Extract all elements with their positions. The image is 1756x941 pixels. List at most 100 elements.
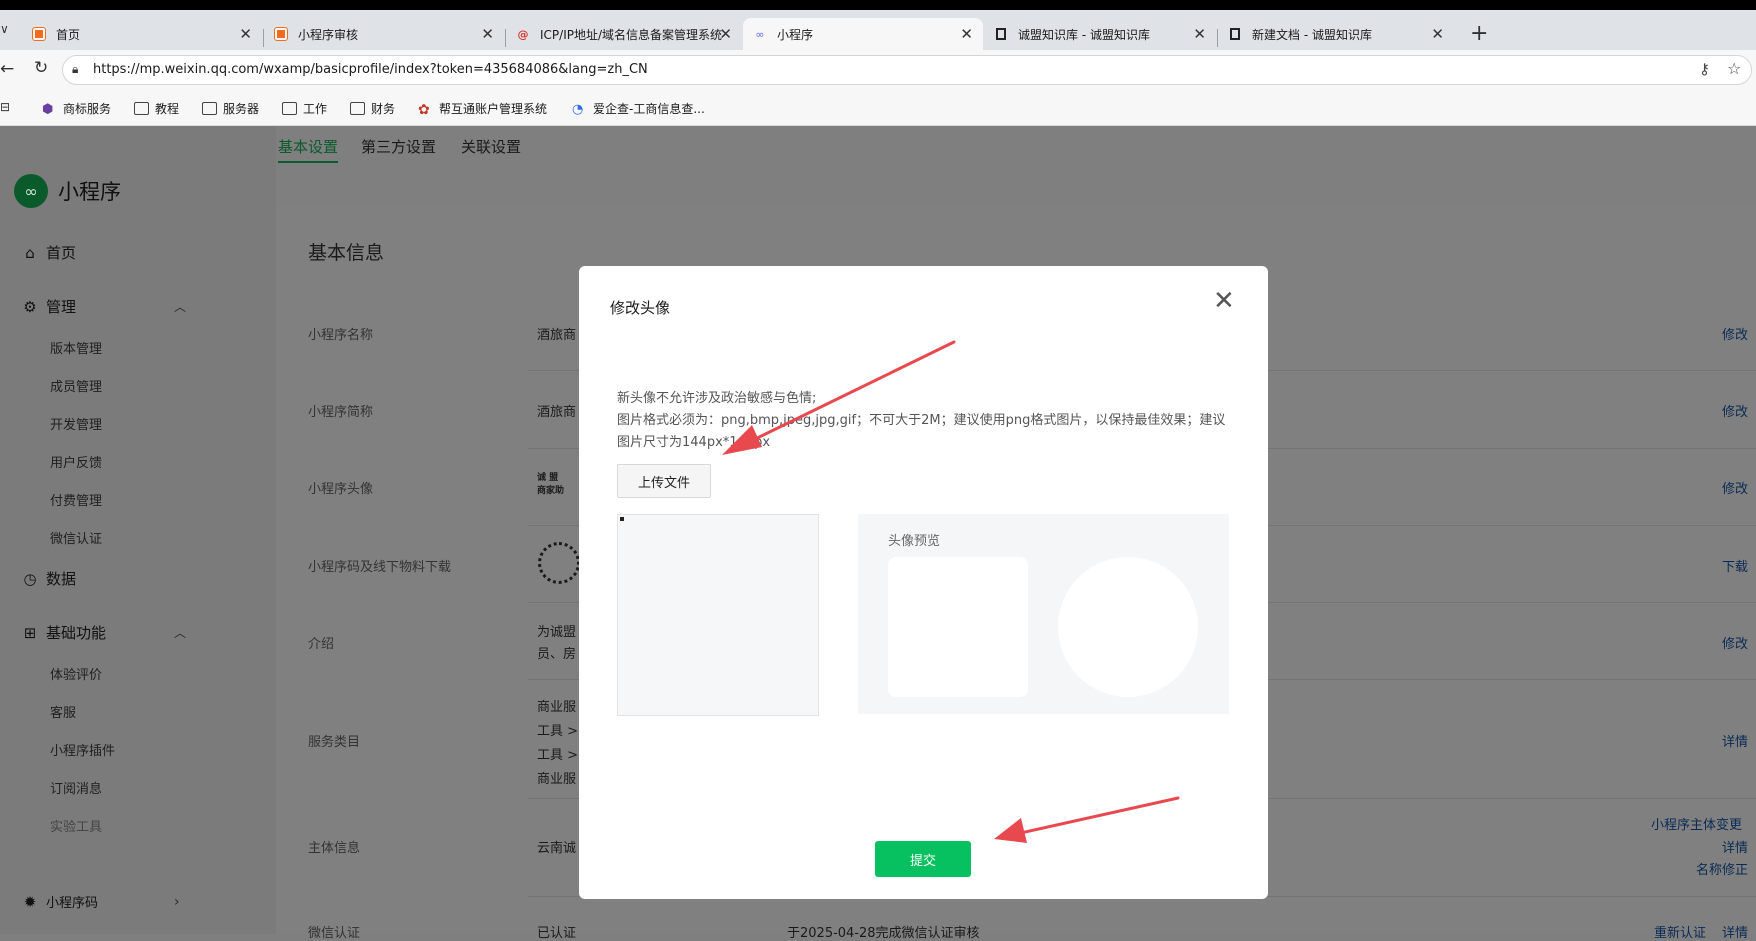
qrcode-thumbnail — [538, 542, 580, 584]
address-bar: ← ↻ 🔒︎ https://mp.weixin.qq.com/wxamp/ba… — [0, 50, 1756, 92]
square-avatar-preview — [888, 557, 1028, 697]
sidebar-item-data[interactable]: ◷ 数据 — [22, 568, 76, 589]
sidebar-sub-version[interactable]: 版本管理 — [50, 338, 102, 357]
doc-icon — [1228, 27, 1242, 41]
sidebar-sub-members[interactable]: 成员管理 — [50, 376, 102, 395]
close-tab-icon[interactable]: ✕ — [960, 25, 973, 43]
cert-date-text: 于2025-04-28完成微信认证审核 — [787, 926, 980, 941]
edit-avatar-link[interactable]: 修改 — [1722, 478, 1748, 497]
download-qrcode-link[interactable]: 下载 — [1722, 556, 1748, 575]
bookmark-label: 商标服务 — [63, 102, 112, 116]
sidebar-sub-subscribe[interactable]: 订阅消息 — [50, 778, 102, 797]
sidebar-brand[interactable]: ∞ 小程序 — [14, 174, 121, 208]
close-tab-icon[interactable]: ✕ — [1431, 25, 1444, 43]
bookmark-aiqicha[interactable]: ◔ 爱企查-工商信息查... — [572, 100, 705, 117]
cube-icon: ⬢ — [42, 102, 54, 117]
round-avatar-preview — [1058, 557, 1198, 697]
tab-title: 新建文档 - 诚盟知识库 — [1252, 27, 1372, 42]
bookmark-label: 财务 — [371, 102, 396, 116]
sidebar-item-basic-functions[interactable]: ⊞ 基础功能 — [22, 622, 106, 643]
sidebar-item-qrcode[interactable]: ✹ 小程序码 — [22, 892, 99, 912]
entity-details-link[interactable]: 详情 — [1722, 837, 1748, 856]
tab-icp[interactable]: @ ICP/IP地址/域名信息备案管理系统 ✕ — [506, 18, 742, 50]
submit-button[interactable]: 提交 — [875, 841, 971, 877]
sun-icon: ✹ — [23, 892, 37, 911]
edit-short-name-link[interactable]: 修改 — [1722, 401, 1748, 420]
subnav-tab-basic[interactable]: 基本设置 — [278, 136, 339, 163]
tab-title: ICP/IP地址/域名信息备案管理系统 — [540, 27, 723, 42]
sidebar-sub-wechat-cert[interactable]: 微信认证 — [50, 528, 102, 547]
bookmark-folder-tutorial[interactable]: 教程 — [134, 100, 179, 117]
settings-subnav: 基本设置 第三方设置 关联设置 — [276, 126, 1756, 204]
back-arrow-icon[interactable]: ← — [0, 59, 14, 79]
bookmark-label: 爱企查-工商信息查... — [593, 102, 705, 116]
close-tab-icon[interactable]: ✕ — [1193, 25, 1206, 43]
tab-miniprogram[interactable]: ∞ 小程序 ✕ — [743, 18, 983, 50]
bookmark-trademark[interactable]: ⬢ 商标服务 — [42, 100, 111, 117]
cert-details-link[interactable]: 详情 — [1722, 922, 1748, 941]
url-field[interactable]: 🔒︎ https://mp.weixin.qq.com/wxamp/basicp… — [62, 55, 1752, 85]
chevron-right-icon[interactable]: › — [174, 894, 180, 910]
bookmark-label: 帮互通账户管理系统 — [439, 102, 548, 116]
edit-intro-link[interactable]: 修改 — [1722, 633, 1748, 652]
bookmarks-menu-icon[interactable]: ⊟ — [0, 100, 10, 114]
bookmark-folder-server[interactable]: 服务器 — [202, 100, 259, 117]
crop-area[interactable] — [617, 514, 819, 716]
tab-new-document[interactable]: 新建文档 - 诚盟知识库 ✕ — [1218, 18, 1454, 50]
new-tab-plus-icon[interactable]: + — [1470, 21, 1488, 46]
chevron-up-icon[interactable]: ︿ — [174, 624, 186, 641]
close-tab-icon[interactable]: ✕ — [481, 25, 494, 43]
sidebar-item-label: 数据 — [46, 570, 77, 588]
bookmarks-bar: ⊟ ⬢ 商标服务 教程 服务器 工作 财务 ✿ 帮互通账户管理系统 ◔ 爱企查-… — [0, 92, 1756, 126]
orange-square-icon — [32, 27, 46, 41]
star-icon[interactable]: ☆ — [1727, 59, 1741, 78]
folder-icon — [350, 102, 365, 115]
name-correction-link[interactable]: 名称修正 — [1696, 859, 1748, 878]
sidebar-sub-payment[interactable]: 付费管理 — [50, 490, 102, 509]
category-details-link[interactable]: 详情 — [1722, 731, 1748, 750]
subnav-tab-association[interactable]: 关联设置 — [461, 136, 521, 157]
tab-miniprogram-review[interactable]: 小程序审核 ✕ — [264, 18, 504, 50]
tab-list-chevron-icon[interactable]: ∨ — [0, 22, 9, 36]
avatar-preview-panel: 头像预览 — [858, 514, 1229, 714]
grid-icon: ⊞ — [23, 623, 37, 642]
sidebar-sub-rating[interactable]: 体验评价 — [50, 664, 102, 683]
dialog-title: 修改头像 — [610, 299, 671, 317]
edit-name-link[interactable]: 修改 — [1722, 324, 1748, 343]
subnav-tab-third-party[interactable]: 第三方设置 — [361, 136, 436, 157]
close-tab-icon[interactable]: ✕ — [239, 25, 252, 43]
sidebar-sub-plugins[interactable]: 小程序插件 — [50, 740, 115, 759]
url-text: https://mp.weixin.qq.com/wxamp/basicprof… — [93, 62, 648, 77]
tab-knowledge-base[interactable]: 诚盟知识库 - 诚盟知识库 ✕ — [984, 18, 1216, 50]
sidebar-item-home[interactable]: ⌂ 首页 — [22, 242, 76, 263]
crop-handle[interactable] — [620, 517, 624, 521]
folder-icon — [134, 102, 149, 115]
upload-file-button[interactable]: 上传文件 — [617, 464, 711, 498]
sidebar-sub-dev[interactable]: 开发管理 — [50, 414, 102, 433]
chevron-up-icon[interactable]: ︿ — [174, 298, 186, 315]
row-value-category: 商业服 工具 > 工具 > 商业服 — [537, 700, 579, 787]
lock-icon[interactable]: 🔒︎ — [72, 62, 78, 77]
sidebar-sub-feedback[interactable]: 用户反馈 — [50, 452, 102, 471]
sidebar-item-manage[interactable]: ⚙ 管理 — [22, 296, 76, 317]
bookmark-folder-finance[interactable]: 财务 — [350, 100, 395, 117]
note-line: 新头像不允许涉及政治敏感与色情; — [617, 391, 817, 406]
sidebar-sub-lab-tools[interactable]: 实验工具 — [50, 816, 102, 835]
row-value-intro: 为诚盟 员、房 — [537, 625, 577, 662]
row-value-entity: 云南诚 — [537, 841, 577, 856]
row-label-intro: 介绍 — [308, 637, 335, 652]
sidebar-sub-service[interactable]: 客服 — [50, 702, 76, 721]
close-icon[interactable]: ✕ — [1213, 288, 1235, 314]
entity-change-link[interactable]: 小程序主体变更 — [1651, 814, 1742, 833]
bookmark-folder-work[interactable]: 工作 — [282, 100, 327, 117]
sidebar-item-label: 小程序码 — [46, 896, 99, 911]
orange-square-icon — [274, 27, 288, 41]
reload-icon[interactable]: ↻ — [34, 58, 48, 78]
home-icon: ⌂ — [25, 243, 35, 262]
tab-home[interactable]: 首页 ✕ — [22, 18, 262, 50]
key-icon[interactable]: ⚷ — [1699, 60, 1710, 78]
close-tab-icon[interactable]: ✕ — [719, 25, 732, 43]
recertify-link[interactable]: 重新认证 — [1654, 922, 1706, 941]
bookmark-account-system[interactable]: ✿ 帮互通账户管理系统 — [418, 100, 548, 118]
section-title: 基本信息 — [308, 242, 385, 264]
